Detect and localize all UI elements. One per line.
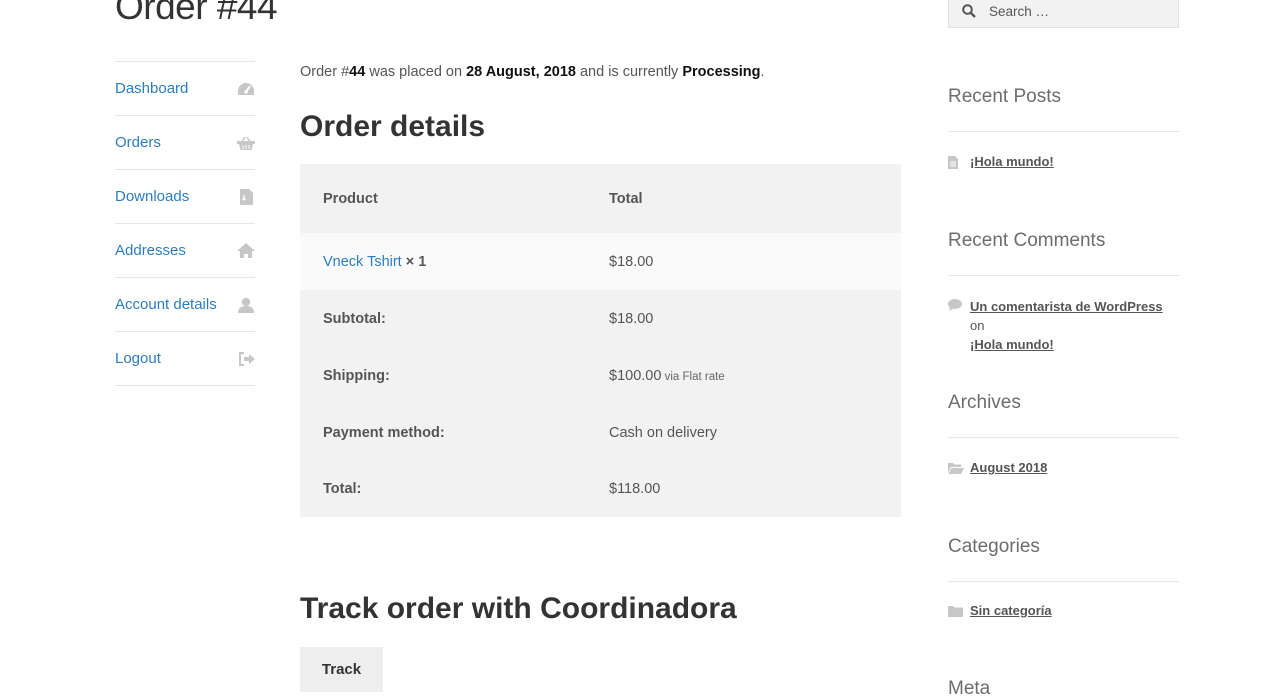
- nav-item-label[interactable]: Downloads: [115, 188, 189, 205]
- nav-item-label[interactable]: Account details: [115, 296, 217, 313]
- list-item: Un comentarista de WordPress on ¡Hola mu…: [948, 297, 1179, 354]
- list-item: August 2018: [948, 460, 1047, 475]
- order-intro-text: .: [760, 64, 765, 80]
- shipping-value: $100.00: [609, 367, 662, 384]
- order-date: 28 August, 2018: [466, 64, 576, 80]
- product-cell: Vneck Tshirt × 1: [300, 254, 609, 270]
- dashboard-icon: [237, 81, 255, 97]
- comment-post-link[interactable]: ¡Hola mundo!: [970, 337, 1054, 352]
- nav-item-label[interactable]: Addresses: [115, 242, 186, 259]
- total-value: $118.00: [609, 481, 661, 497]
- folder-open-icon: [948, 460, 970, 474]
- product-total: $18.00: [609, 253, 654, 270]
- nav-item-label[interactable]: Orders: [115, 134, 161, 151]
- divider: [948, 581, 1179, 582]
- table-header-row: Product Total: [300, 164, 901, 233]
- nav-item-dashboard[interactable]: Dashboard: [115, 62, 255, 116]
- table-row: Vneck Tshirt × 1 $18.00: [300, 233, 901, 290]
- nav-item-orders[interactable]: Orders: [115, 116, 255, 170]
- order-details-table: Product Total Vneck Tshirt × 1 $18.00 Su…: [300, 164, 901, 517]
- order-intro-text: Order #: [300, 64, 350, 80]
- archive-link[interactable]: August 2018: [970, 460, 1047, 475]
- comment-author-link[interactable]: Un comentarista de WordPress: [970, 299, 1163, 314]
- column-header-product: Product: [323, 190, 378, 207]
- nav-item-addresses[interactable]: Addresses: [115, 224, 255, 278]
- order-details-heading: Order details: [300, 110, 486, 143]
- subtotal-value: $18.00: [609, 310, 654, 327]
- payment-method-label: Payment method:: [323, 424, 445, 441]
- subtotal-label: Subtotal:: [323, 310, 386, 327]
- shipping-label: Shipping:: [323, 367, 390, 384]
- recent-comments-title: Recent Comments: [948, 230, 1106, 251]
- table-row: Subtotal: $18.00: [300, 290, 901, 347]
- folder-icon: [948, 603, 970, 617]
- total-label: Total:: [323, 481, 362, 497]
- shipping-cell: $100.00 via Flat rate: [609, 368, 901, 384]
- column-header-total: Total: [609, 190, 643, 207]
- user-icon: [237, 297, 255, 313]
- table-row: Payment method: Cash on delivery: [300, 404, 901, 461]
- account-navigation: Dashboard Orders Downloads Addresses Acc…: [115, 61, 255, 386]
- track-button[interactable]: Track: [300, 647, 383, 692]
- nav-item-logout[interactable]: Logout: [115, 332, 255, 386]
- home-icon: [237, 243, 255, 259]
- nav-item-account-details[interactable]: Account details: [115, 278, 255, 332]
- order-intro-text: was placed on: [365, 64, 467, 80]
- payment-method-value: Cash on delivery: [609, 424, 717, 441]
- product-link[interactable]: Vneck Tshirt: [323, 254, 402, 270]
- categories-title: Categories: [948, 536, 1040, 557]
- order-number: 44: [349, 64, 366, 80]
- order-intro-text: and is currently: [575, 64, 683, 80]
- sign-out-icon: [237, 351, 255, 367]
- list-item: ¡Hola mundo!: [948, 154, 1054, 169]
- archives-title: Archives: [948, 392, 1021, 413]
- divider: [948, 275, 1179, 276]
- nav-item-label[interactable]: Dashboard: [115, 80, 188, 97]
- file-download-icon: [237, 188, 255, 205]
- recent-posts-title: Recent Posts: [948, 86, 1061, 107]
- search-form: [948, 0, 1179, 28]
- order-summary-text: Order #44 was placed on 28 August, 2018 …: [300, 64, 765, 80]
- meta-title: Meta: [948, 678, 991, 699]
- document-icon: [948, 154, 970, 169]
- comment-icon: [948, 297, 970, 311]
- page-title: Order #44: [115, 0, 278, 27]
- recent-post-link[interactable]: ¡Hola mundo!: [970, 154, 1054, 169]
- nav-item-label[interactable]: Logout: [115, 350, 161, 367]
- divider: [948, 437, 1179, 438]
- search-icon[interactable]: [949, 4, 989, 18]
- search-input[interactable]: [989, 3, 1169, 19]
- table-row: Total: $118.00: [300, 461, 901, 517]
- basket-icon: [237, 135, 255, 151]
- divider: [948, 131, 1179, 132]
- list-item: Sin categoría: [948, 603, 1052, 618]
- product-quantity: × 1: [401, 253, 427, 270]
- track-order-heading: Track order with Coordinadora: [300, 592, 737, 625]
- nav-item-downloads[interactable]: Downloads: [115, 170, 255, 224]
- order-status: Processing: [682, 64, 761, 80]
- comment-on-text: on: [970, 318, 985, 333]
- table-row: Shipping: $100.00 via Flat rate: [300, 347, 901, 404]
- shipping-method-note: via Flat rate: [661, 370, 725, 383]
- category-link[interactable]: Sin categoría: [970, 603, 1052, 618]
